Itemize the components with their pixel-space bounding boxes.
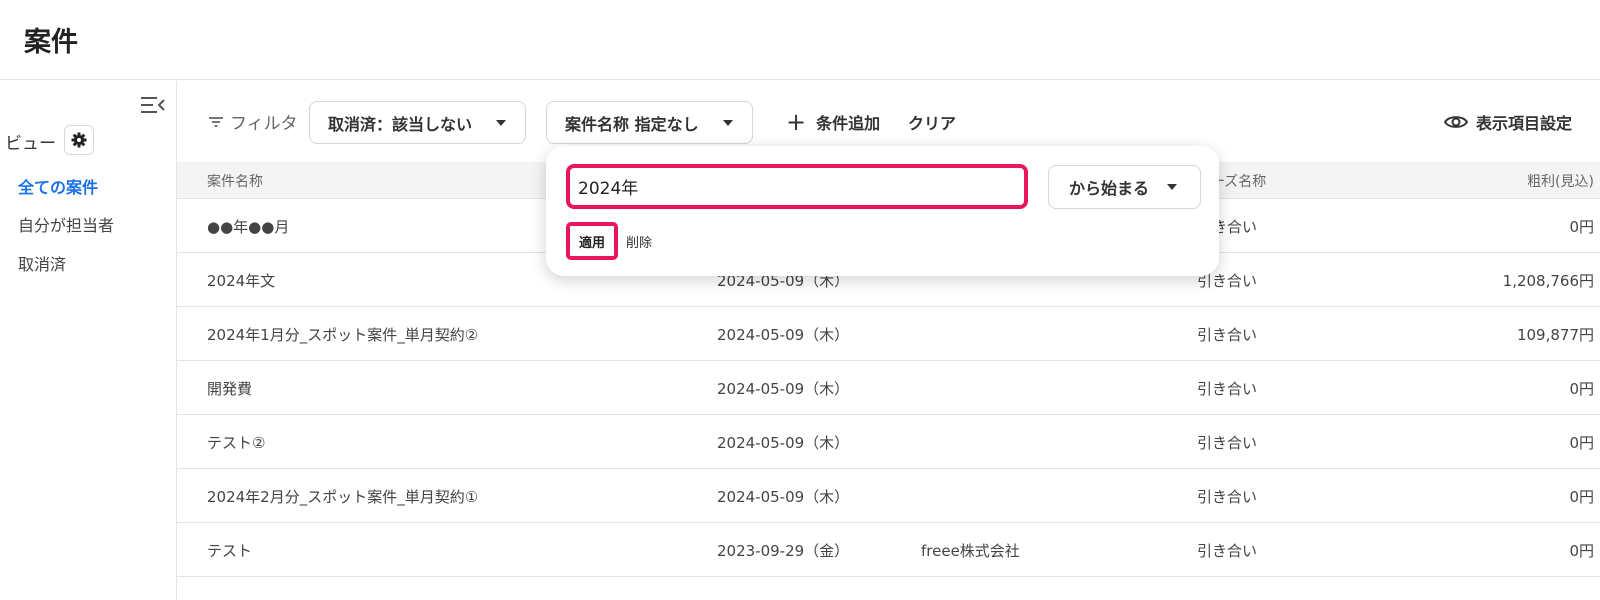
cell-profit: 0円 — [1569, 380, 1594, 398]
cell-profit: 0円 — [1569, 218, 1594, 236]
cell-deal-name: 2024年1月分_スポット案件_単月契約② — [207, 326, 479, 344]
view-label: ビュー — [5, 134, 56, 154]
cell-deal-name: 2024年2月分_スポット案件_単月契約① — [207, 488, 479, 506]
filter-icon — [209, 116, 223, 127]
table-row[interactable]: テスト 2023-09-29（金） freee株式会社 引き合い 0円 — [177, 523, 1600, 577]
cell-phase: 引き合い — [1197, 488, 1258, 506]
cell-client: freee株式会社 — [921, 542, 1020, 560]
add-condition-label: 条件追加 — [816, 114, 881, 133]
apply-button[interactable]: 適用 — [566, 222, 618, 260]
cell-deal-name: 開発費 — [207, 380, 253, 398]
cell-date: 2024-05-09（木） — [717, 326, 850, 344]
sidebar: ビュー 全ての案件 自分が担当者 取消済 — [0, 81, 177, 600]
header-deal-name[interactable]: 案件名称 — [207, 171, 263, 191]
deal-name-search-input[interactable] — [566, 164, 1028, 209]
cell-deal-name: テスト② — [207, 434, 266, 452]
filter-label: フィルタ — [230, 114, 298, 134]
display-settings-label: 表示項目設定 — [1476, 114, 1573, 133]
cell-date: 2024-05-09（木） — [717, 434, 850, 452]
cell-phase: 引き合い — [1197, 434, 1258, 452]
deal-name-filter-chip[interactable]: 案件名称 指定なし — [546, 101, 753, 144]
clear-button[interactable]: クリア — [908, 110, 956, 134]
sidebar-item-cancelled[interactable]: 取消済 — [18, 251, 66, 275]
filter-toggle[interactable]: フィルタ — [208, 109, 298, 134]
chevron-down-icon — [1167, 184, 1178, 190]
cell-profit: 0円 — [1569, 434, 1594, 452]
delete-button[interactable]: 削除 — [626, 232, 652, 251]
deal-name-filter-popover: から始まる 適用 削除 — [546, 146, 1219, 276]
cell-date: 2024-05-09（木） — [717, 488, 850, 506]
deal-name-filter-label: 案件名称 指定なし — [565, 114, 699, 134]
cell-profit: 0円 — [1569, 488, 1594, 506]
collapse-sidebar-icon[interactable] — [140, 95, 166, 115]
cell-profit: 109,877円 — [1516, 326, 1594, 344]
gear-icon — [71, 132, 87, 148]
cell-phase: 引き合い — [1197, 542, 1258, 560]
match-mode-select[interactable]: から始まる — [1048, 165, 1201, 209]
cell-date: 2023-09-29（金） — [717, 542, 850, 560]
page-title: 案件 — [24, 27, 78, 58]
eye-icon — [1444, 116, 1468, 128]
sidebar-item-all-deals[interactable]: 全ての案件 — [18, 174, 98, 198]
table-row[interactable]: 2024年1月分_スポット案件_単月契約② 2024-05-09（木） 引き合い… — [177, 307, 1600, 361]
sidebar-item-my-deals[interactable]: 自分が担当者 — [18, 212, 114, 236]
cancelled-filter-chip[interactable]: 取消済：該当しない — [309, 101, 526, 144]
cell-profit: 1,208,766円 — [1502, 272, 1594, 290]
chevron-down-icon — [496, 119, 507, 126]
cell-date: 2024-05-09（木） — [717, 380, 850, 398]
cell-phase: 引き合い — [1197, 326, 1258, 344]
table-row[interactable]: 2024年2月分_スポット案件_単月契約① 2024-05-09（木） 引き合い… — [177, 469, 1600, 523]
table-row[interactable]: 開発費 2024-05-09（木） 引き合い 0円 — [177, 361, 1600, 415]
cell-phase: 引き合い — [1197, 380, 1258, 398]
match-mode-label: から始まる — [1069, 179, 1150, 198]
cancelled-filter-label: 取消済：該当しない — [328, 114, 473, 134]
add-condition-button[interactable]: + 条件追加 — [786, 110, 880, 134]
cell-deal-name: ●●年●●月 — [207, 218, 290, 236]
chevron-down-icon — [722, 119, 733, 126]
header-gross-profit[interactable]: 粗利(見込) — [1527, 171, 1594, 191]
view-settings-button[interactable] — [64, 125, 94, 155]
table-row[interactable]: テスト② 2024-05-09（木） 引き合い 0円 — [177, 415, 1600, 469]
page-header: 案件 — [0, 0, 1600, 80]
plus-icon: + — [786, 108, 807, 136]
cell-deal-name: 2024年文 — [207, 272, 276, 290]
cell-deal-name: テスト — [207, 542, 253, 560]
cell-profit: 0円 — [1569, 542, 1594, 560]
display-settings-button[interactable]: 表示項目設定 — [1444, 110, 1572, 134]
